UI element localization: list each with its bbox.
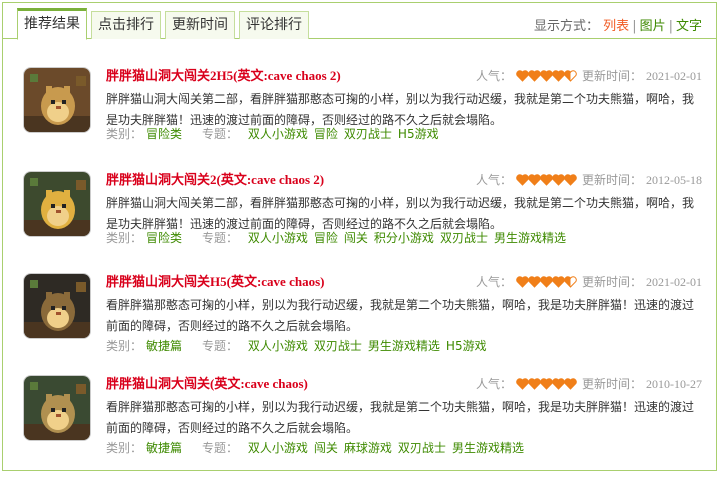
update-date: 2021-02-01 [646,275,702,289]
topic-link[interactable]: 双人小游戏 [248,441,308,455]
game-title-keyword[interactable]: 胖胖猫山洞大闯关 [106,68,210,83]
topic-label: 专题： [202,127,239,141]
topic-link[interactable]: 双刃战士 [314,339,362,353]
rating-hearts [516,276,577,292]
updated-label: 更新时间： [581,173,642,187]
topic-link[interactable]: 双刃战士 [344,127,392,141]
list-item: 胖胖猫山洞大闯关(英文:cave chaos) 人气： 更新时间： 2010-10… [3,369,716,465]
topic-link[interactable]: 男生游戏精选 [452,441,524,455]
category-link[interactable]: 敏捷篇 [146,339,182,353]
topic-link[interactable]: 冒险 [314,127,338,141]
game-thumbnail[interactable] [23,375,91,441]
tab-recommended[interactable]: 推荐结果 [17,8,87,40]
topic-label: 专题： [202,339,239,353]
topic-link[interactable]: 闯关 [314,441,338,455]
list-item: 胖胖猫山洞大闯关2H5(英文:cave chaos 2) 人气： 更新时间： 20… [3,61,716,157]
topic-link[interactable]: 积分小游戏 [374,231,434,245]
game-title[interactable]: 胖胖猫山洞大闯关2H5(英文:cave chaos 2) [106,65,341,84]
updated-label: 更新时间： [581,275,642,289]
game-thumbnail[interactable] [23,171,91,237]
tab-comment-ranking[interactable]: 评论排行 [239,11,309,39]
game-thumbnail[interactable] [23,67,91,133]
game-title-keyword[interactable]: 胖胖猫山洞大闯关 [106,274,210,289]
list-item: 胖胖猫山洞大闯关2(英文:cave chaos 2) 人气： 更新时间： 2012… [3,165,716,261]
popularity-label: 人气： [475,69,512,83]
game-title-suffix[interactable]: 2(英文:cave chaos 2) [210,172,324,187]
popularity-label: 人气： [475,173,512,187]
game-title[interactable]: 胖胖猫山洞大闯关H5(英文:cave chaos) [106,271,324,290]
game-meta: 人气： 更新时间： 2021-02-01 [476,67,702,86]
topic-link[interactable]: H5游戏 [398,127,439,141]
update-date: 2010-10-27 [646,377,702,391]
display-mode-label: 显示方式： [534,19,600,34]
topic-link[interactable]: 双刃战士 [398,441,446,455]
popularity-label: 人气： [475,377,512,391]
game-meta: 人气： 更新时间： 2012-05-18 [476,171,702,190]
display-option-list[interactable]: 列表 [603,19,629,34]
rating-hearts [516,378,577,394]
topic-label: 专题： [202,441,239,455]
category-link[interactable]: 敏捷篇 [146,441,182,455]
tab-click-ranking[interactable]: 点击排行 [91,11,161,39]
category-link[interactable]: 冒险类 [146,127,182,141]
topic-label: 专题： [202,231,239,245]
category-link[interactable]: 冒险类 [146,231,182,245]
category-label: 类别： [106,231,143,245]
game-tags: 类别： 冒险类 专题： 双人小游戏 冒险 闯关 积分小游戏 双刃战士 男生游戏精选 [106,229,566,246]
display-option-text[interactable]: 文字 [676,19,702,34]
update-date: 2021-02-01 [646,69,702,83]
game-title-suffix[interactable]: H5(英文:cave chaos) [210,274,324,289]
rating-hearts [516,70,577,86]
game-title-suffix[interactable]: 2H5(英文:cave chaos 2) [210,68,341,83]
heart-full-icon [564,174,577,186]
heart-half-icon [564,70,577,82]
topic-link[interactable]: 男生游戏精选 [368,339,440,353]
display-mode: 显示方式： 列表 | 图片 | 文字 [534,15,702,34]
topic-link[interactable]: 双刃战士 [440,231,488,245]
topic-link[interactable]: 男生游戏精选 [494,231,566,245]
result-panel: 推荐结果 点击排行 更新时间 评论排行 显示方式： 列表 | 图片 | 文字 胖… [2,2,717,471]
category-label: 类别： [106,441,143,455]
topic-link[interactable]: 麻球游戏 [344,441,392,455]
divider: | [668,19,673,34]
topic-link[interactable]: 闯关 [344,231,368,245]
game-title[interactable]: 胖胖猫山洞大闯关2(英文:cave chaos 2) [106,169,324,188]
game-title[interactable]: 胖胖猫山洞大闯关(英文:cave chaos) [106,373,308,392]
game-title-keyword[interactable]: 胖胖猫山洞大闯关 [106,376,210,391]
list-item: 胖胖猫山洞大闯关H5(英文:cave chaos) 人气： 更新时间： 2021-… [3,267,716,363]
topic-link[interactable]: 双人小游戏 [248,127,308,141]
tab-bar: 推荐结果 点击排行 更新时间 评论排行 显示方式： 列表 | 图片 | 文字 [3,3,716,40]
display-option-image[interactable]: 图片 [640,19,666,34]
topic-link[interactable]: 双人小游戏 [248,339,308,353]
game-tags: 类别： 敏捷篇 专题： 双人小游戏 闯关 麻球游戏 双刃战士 男生游戏精选 [106,439,524,456]
game-title-keyword[interactable]: 胖胖猫山洞大闯关 [106,172,210,187]
updated-label: 更新时间： [581,69,642,83]
topic-link[interactable]: 双人小游戏 [248,231,308,245]
rating-hearts [516,174,577,190]
category-label: 类别： [106,127,143,141]
divider: | [632,19,637,34]
heart-half-icon [564,276,577,288]
heart-full-icon [564,378,577,390]
game-description: 看胖胖猫那憨态可掬的小样，别以为我行动迟缓，我就是第二个功夫熊猫，啊哈，我是功夫… [106,400,695,435]
game-tags: 类别： 冒险类 专题： 双人小游戏 冒险 双刃战士 H5游戏 [106,125,439,142]
popularity-label: 人气： [475,275,512,289]
game-meta: 人气： 更新时间： 2021-02-01 [476,273,702,292]
category-label: 类别： [106,339,143,353]
tab-update-time[interactable]: 更新时间 [165,11,235,39]
game-title-suffix[interactable]: (英文:cave chaos) [210,376,308,391]
update-date: 2012-05-18 [646,173,702,187]
topic-link[interactable]: 冒险 [314,231,338,245]
game-meta: 人气： 更新时间： 2010-10-27 [476,375,702,394]
game-thumbnail[interactable] [23,273,91,339]
updated-label: 更新时间： [581,377,642,391]
game-tags: 类别： 敏捷篇 专题： 双人小游戏 双刃战士 男生游戏精选 H5游戏 [106,337,487,354]
game-description: 看胖胖猫那憨态可掬的小样，别以为我行动迟缓，我就是第二个功夫熊猫，啊哈，我是功夫… [106,298,695,333]
topic-link[interactable]: H5游戏 [446,339,487,353]
